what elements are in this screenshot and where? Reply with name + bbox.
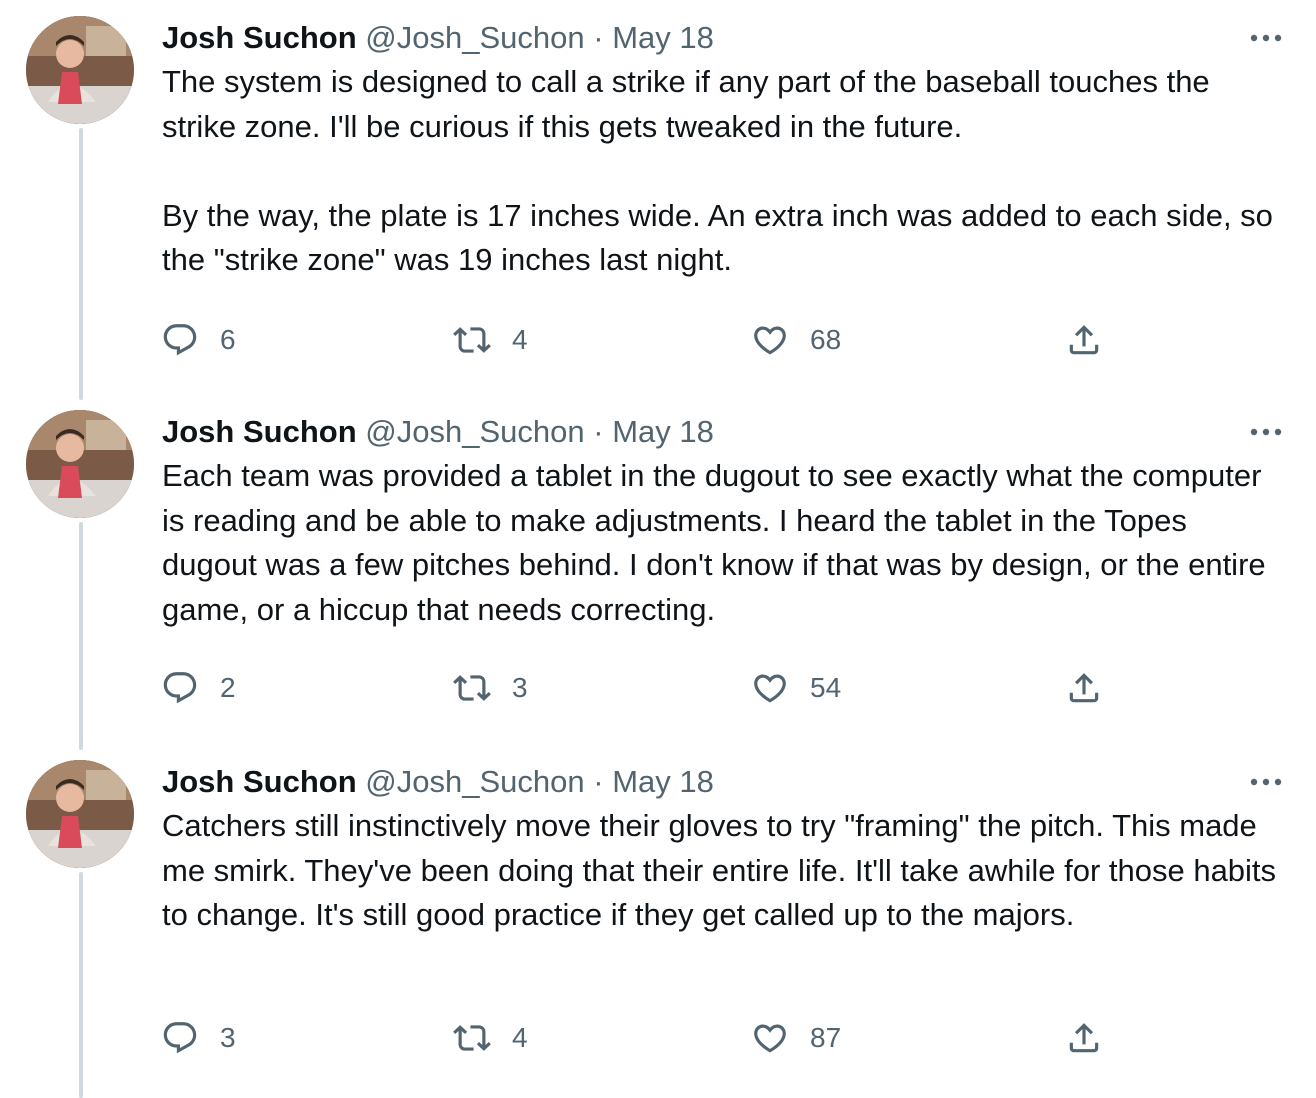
share-icon bbox=[1064, 668, 1104, 708]
more-icon bbox=[1250, 428, 1282, 436]
reply-icon bbox=[160, 668, 200, 708]
like-button[interactable]: 68 bbox=[750, 318, 841, 362]
separator-dot: · bbox=[593, 20, 604, 55]
heart-icon bbox=[750, 668, 790, 708]
share-button[interactable] bbox=[1064, 318, 1104, 362]
more-icon bbox=[1250, 34, 1282, 42]
share-icon bbox=[1064, 1018, 1104, 1058]
retweet-button[interactable]: 4 bbox=[452, 318, 528, 362]
reply-count: 6 bbox=[220, 324, 236, 355]
tweet-text: Each team was provided a tablet in the d… bbox=[162, 458, 1275, 627]
tweet-text: Catchers still instinctively move their … bbox=[162, 808, 1285, 932]
like-count: 87 bbox=[810, 1022, 842, 1053]
reply-button[interactable]: 2 bbox=[160, 666, 236, 710]
author-name[interactable]: Josh Suchon bbox=[162, 20, 357, 55]
tweet-header: Josh Suchon @Josh_Suchon · May 18 bbox=[162, 760, 1286, 804]
separator-dot: · bbox=[593, 764, 604, 799]
tweet-date[interactable]: May 18 bbox=[612, 20, 714, 55]
heart-icon bbox=[750, 1018, 790, 1058]
tweet-date[interactable]: May 18 bbox=[612, 414, 714, 449]
tweet-text: The system is designed to call a strike … bbox=[162, 64, 1273, 277]
more-button[interactable] bbox=[1246, 410, 1286, 454]
author-name[interactable]: Josh Suchon bbox=[162, 414, 357, 449]
tweet-date[interactable]: May 18 bbox=[612, 764, 714, 799]
share-button[interactable] bbox=[1064, 666, 1104, 710]
retweet-count: 3 bbox=[512, 672, 528, 703]
thread-line bbox=[79, 128, 83, 400]
thread-line bbox=[79, 872, 83, 1098]
avatar[interactable] bbox=[26, 760, 134, 868]
retweet-count: 4 bbox=[512, 1022, 528, 1053]
retweet-icon bbox=[452, 1018, 492, 1058]
reply-button[interactable]: 3 bbox=[160, 1016, 236, 1060]
separator-dot: · bbox=[593, 414, 604, 449]
like-count: 54 bbox=[810, 672, 842, 703]
reply-button[interactable]: 6 bbox=[160, 318, 236, 362]
retweet-button[interactable]: 3 bbox=[452, 666, 528, 710]
author-handle[interactable]: @Josh_Suchon bbox=[365, 414, 584, 449]
tweet-actions: 3 4 87 bbox=[160, 1016, 1120, 1060]
reply-count: 3 bbox=[220, 1022, 236, 1053]
share-icon bbox=[1064, 320, 1104, 360]
retweet-button[interactable]: 4 bbox=[452, 1016, 528, 1060]
heart-icon bbox=[750, 320, 790, 360]
retweet-count: 4 bbox=[512, 324, 528, 355]
thread-line bbox=[79, 522, 83, 750]
reply-icon bbox=[160, 320, 200, 360]
tweet-header: Josh Suchon @Josh_Suchon · May 18 bbox=[162, 16, 1286, 60]
reply-icon bbox=[160, 1018, 200, 1058]
author-name[interactable]: Josh Suchon bbox=[162, 764, 357, 799]
like-button[interactable]: 54 bbox=[750, 666, 841, 710]
author-handle[interactable]: @Josh_Suchon bbox=[365, 20, 584, 55]
reply-count: 2 bbox=[220, 672, 236, 703]
author-handle[interactable]: @Josh_Suchon bbox=[365, 764, 584, 799]
like-button[interactable]: 87 bbox=[750, 1016, 841, 1060]
more-icon bbox=[1250, 778, 1282, 786]
like-count: 68 bbox=[810, 324, 842, 355]
avatar[interactable] bbox=[26, 410, 134, 518]
share-button[interactable] bbox=[1064, 1016, 1104, 1060]
avatar[interactable] bbox=[26, 16, 134, 124]
retweet-icon bbox=[452, 320, 492, 360]
more-button[interactable] bbox=[1246, 760, 1286, 804]
tweet-actions: 6 4 68 bbox=[160, 318, 1120, 362]
more-button[interactable] bbox=[1246, 16, 1286, 60]
tweet-actions: 2 3 54 bbox=[160, 666, 1120, 710]
retweet-icon bbox=[452, 668, 492, 708]
tweet-header: Josh Suchon @Josh_Suchon · May 18 bbox=[162, 410, 1286, 454]
